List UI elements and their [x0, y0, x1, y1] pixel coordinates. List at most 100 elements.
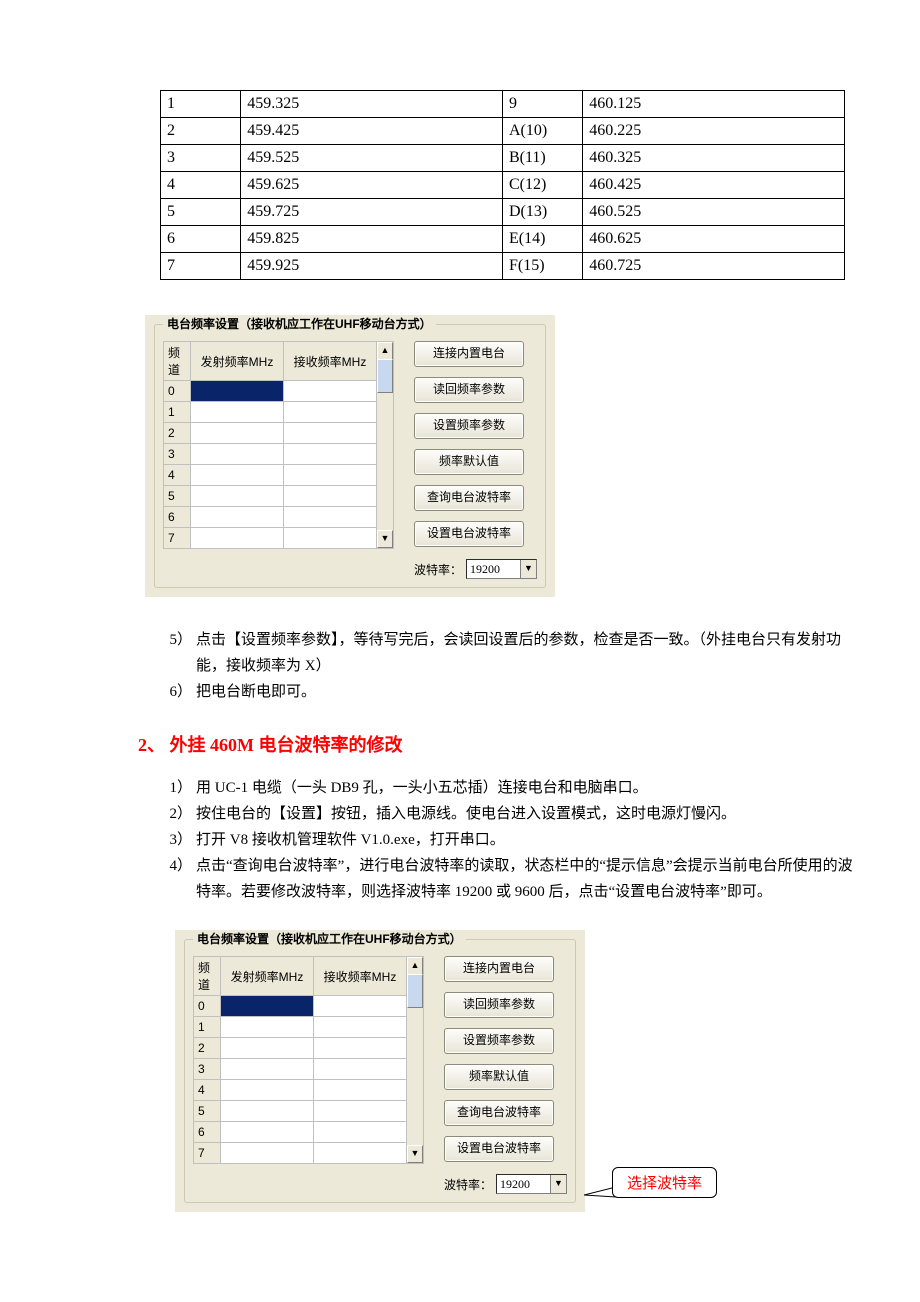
rx-cell[interactable] [284, 444, 377, 465]
section-2-title: 2、 外挂 460M 电台波特率的修改 [138, 731, 860, 757]
connect-radio-button[interactable]: 连接内置电台 [444, 956, 554, 982]
connect-radio-button[interactable]: 连接内置电台 [414, 341, 524, 367]
table-row[interactable]: 2 [194, 1038, 407, 1059]
row-header: 4 [164, 465, 191, 486]
table-row[interactable]: 0 [194, 996, 407, 1017]
table-row[interactable]: 4 [194, 1080, 407, 1101]
baud-value: 19200 [470, 562, 500, 577]
scroll-thumb[interactable] [407, 974, 423, 1008]
rx-cell[interactable] [284, 528, 377, 549]
table-row[interactable]: 5 [164, 486, 377, 507]
col-tx: 发射频率MHz [191, 342, 284, 381]
rx-cell[interactable] [314, 1080, 407, 1101]
tx-cell[interactable] [191, 507, 284, 528]
table-cell: 459.525 [241, 145, 503, 172]
row-header: 3 [194, 1059, 221, 1080]
rx-cell[interactable] [314, 1122, 407, 1143]
freq-default-button[interactable]: 频率默认值 [444, 1064, 554, 1090]
set-freq-button[interactable]: 设置频率参数 [414, 413, 524, 439]
table-cell: 4 [161, 172, 241, 199]
tx-cell[interactable] [221, 996, 314, 1017]
channel-grid[interactable]: 频道 发射频率MHz 接收频率MHz 01234567 [193, 956, 407, 1164]
table-row[interactable]: 0 [164, 381, 377, 402]
row-header: 7 [164, 528, 191, 549]
rx-cell[interactable] [284, 402, 377, 423]
rx-cell[interactable] [314, 996, 407, 1017]
row-header: 2 [194, 1038, 221, 1059]
col-channel: 频道 [164, 342, 191, 381]
chevron-down-icon[interactable]: ▼ [520, 560, 536, 578]
tx-cell[interactable] [191, 381, 284, 402]
baud-label: 波特率： [414, 561, 462, 578]
channel-grid[interactable]: 频道 发射频率MHz 接收频率MHz 01234567 [163, 341, 377, 549]
tx-cell[interactable] [191, 486, 284, 507]
grid-scrollbar[interactable]: ▲ ▼ [376, 341, 394, 549]
table-cell: 1 [161, 91, 241, 118]
table-cell: 459.825 [241, 226, 503, 253]
table-row[interactable]: 7 [194, 1143, 407, 1164]
col-rx: 接收频率MHz [284, 342, 377, 381]
scroll-thumb[interactable] [377, 359, 393, 393]
table-row[interactable]: 2 [164, 423, 377, 444]
table-row[interactable]: 1 [194, 1017, 407, 1038]
tx-cell[interactable] [191, 528, 284, 549]
tx-cell[interactable] [221, 1143, 314, 1164]
rx-cell[interactable] [284, 465, 377, 486]
row-header: 5 [164, 486, 191, 507]
read-freq-button[interactable]: 读回频率参数 [444, 992, 554, 1018]
rx-cell[interactable] [284, 381, 377, 402]
table-row[interactable]: 3 [164, 444, 377, 465]
table-row[interactable]: 1 [164, 402, 377, 423]
table-row[interactable]: 5 [194, 1101, 407, 1122]
freq-default-button[interactable]: 频率默认值 [414, 449, 524, 475]
tx-cell[interactable] [221, 1101, 314, 1122]
set-freq-button[interactable]: 设置频率参数 [444, 1028, 554, 1054]
scroll-up-icon[interactable]: ▲ [407, 957, 423, 975]
tx-cell[interactable] [221, 1080, 314, 1101]
set-baud-button[interactable]: 设置电台波特率 [414, 521, 524, 547]
table-row[interactable]: 4 [164, 465, 377, 486]
tx-cell[interactable] [191, 444, 284, 465]
scroll-down-icon[interactable]: ▼ [407, 1145, 423, 1163]
tx-cell[interactable] [221, 1059, 314, 1080]
tx-cell[interactable] [191, 423, 284, 444]
table-cell: 459.325 [241, 91, 503, 118]
baud-select[interactable]: 19200 ▼ [496, 1174, 567, 1194]
rx-cell[interactable] [314, 1143, 407, 1164]
rx-cell[interactable] [314, 1101, 407, 1122]
tx-cell[interactable] [221, 1038, 314, 1059]
table-cell: E(14) [502, 226, 582, 253]
rx-cell[interactable] [314, 1038, 407, 1059]
table-row[interactable]: 3 [194, 1059, 407, 1080]
row-header: 4 [194, 1080, 221, 1101]
chevron-down-icon[interactable]: ▼ [550, 1175, 566, 1193]
rx-cell[interactable] [284, 423, 377, 444]
baud-value: 19200 [500, 1177, 530, 1192]
tx-cell[interactable] [191, 465, 284, 486]
table-row[interactable]: 6 [164, 507, 377, 528]
query-baud-button[interactable]: 查询电台波特率 [444, 1100, 554, 1126]
baud-select[interactable]: 19200 ▼ [466, 559, 537, 579]
scroll-up-icon[interactable]: ▲ [377, 342, 393, 360]
table-row[interactable]: 7 [164, 528, 377, 549]
table-cell: 459.625 [241, 172, 503, 199]
steps-list-a: 5） 点击【设置频率参数】，等待写完后，会读回设置后的参数，检查是否一致。（外挂… [160, 627, 860, 705]
table-row[interactable]: 6 [194, 1122, 407, 1143]
tx-cell[interactable] [221, 1122, 314, 1143]
read-freq-button[interactable]: 读回频率参数 [414, 377, 524, 403]
rx-cell[interactable] [314, 1017, 407, 1038]
tx-cell[interactable] [221, 1017, 314, 1038]
grid-scrollbar[interactable]: ▲ ▼ [406, 956, 424, 1164]
table-cell: C(12) [502, 172, 582, 199]
scroll-down-icon[interactable]: ▼ [377, 530, 393, 548]
tx-cell[interactable] [191, 402, 284, 423]
table-cell: 460.625 [583, 226, 845, 253]
rx-cell[interactable] [314, 1059, 407, 1080]
rx-cell[interactable] [284, 486, 377, 507]
uhf-settings-panel: 电台频率设置（接收机应工作在UHF移动台方式） 频道 发射频率MHz 接收频率M… [145, 315, 555, 597]
set-baud-button[interactable]: 设置电台波特率 [444, 1136, 554, 1162]
rx-cell[interactable] [284, 507, 377, 528]
query-baud-button[interactable]: 查询电台波特率 [414, 485, 524, 511]
callout: 选择波特率 [584, 1167, 744, 1207]
table-cell: 460.325 [583, 145, 845, 172]
